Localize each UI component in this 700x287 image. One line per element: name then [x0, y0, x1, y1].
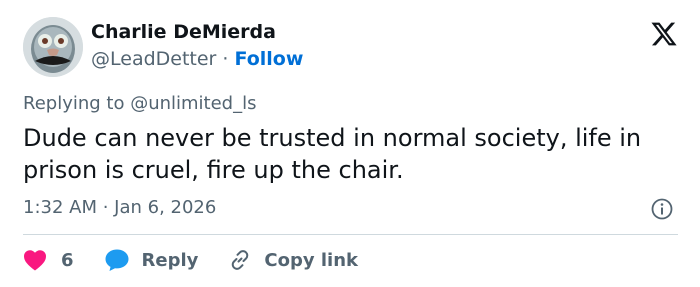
replying-to: Replying to @unlimited_ls: [23, 93, 257, 114]
avatar-image: [23, 17, 83, 77]
copy-link-button[interactable]: Copy link: [228, 248, 358, 272]
separator-dot: ·: [222, 48, 229, 70]
author-display-name[interactable]: Charlie DeMierda: [91, 21, 276, 43]
copy-link-label: Copy link: [264, 249, 358, 271]
like-button[interactable]: 6: [23, 249, 104, 271]
info-icon[interactable]: [650, 197, 674, 221]
action-bar: 6 Reply Copy link: [23, 246, 358, 274]
heart-icon: [24, 250, 46, 271]
reply-button[interactable]: Reply: [104, 248, 229, 272]
avatar[interactable]: [23, 17, 83, 77]
tweet-timestamp[interactable]: 1:32 AM · Jan 6, 2026: [23, 197, 216, 218]
like-count: 6: [61, 249, 74, 271]
speech-bubble-icon: [105, 249, 129, 271]
tweet-text: Dude can never be trusted in normal soci…: [23, 124, 642, 184]
link-icon: [232, 250, 249, 270]
follow-button[interactable]: Follow: [235, 48, 304, 70]
author-handle-row: @LeadDetter · Follow: [91, 48, 303, 70]
tweet-card: Charlie DeMierda @LeadDetter · Follow Re…: [0, 0, 700, 287]
reply-label: Reply: [141, 249, 199, 271]
author-handle[interactable]: @LeadDetter: [91, 48, 216, 70]
divider: [23, 234, 678, 235]
x-logo-icon[interactable]: [650, 20, 678, 48]
